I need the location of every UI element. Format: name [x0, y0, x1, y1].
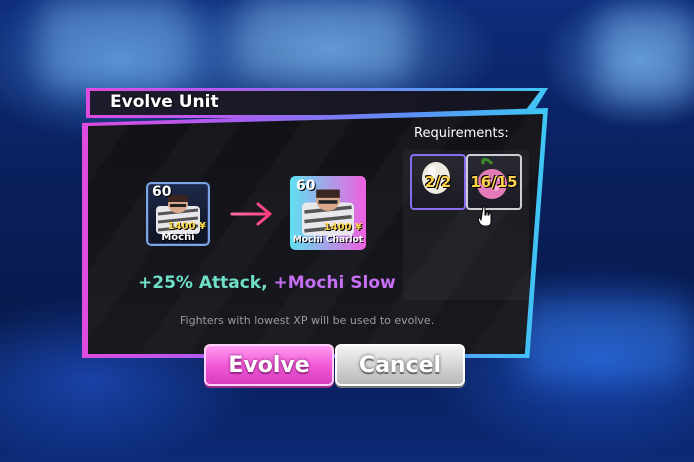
background-light: [240, 0, 410, 80]
hand-cursor-icon: [478, 206, 492, 226]
unit-cost: 1400 ¥: [323, 222, 362, 233]
unit-name: Mochi Charlot: [292, 235, 364, 245]
background-light: [520, 300, 690, 380]
requirement-item[interactable]: 16/15: [466, 154, 522, 210]
unit-level: 60: [296, 178, 316, 194]
arrow-right-icon: [230, 202, 272, 226]
source-unit-card[interactable]: 60 1400 ¥ Mochi: [146, 182, 210, 246]
dialog-title: Evolve Unit: [110, 92, 219, 112]
unit-name: Mochi: [161, 232, 195, 243]
evolve-note: Fighters with lowest XP will be used to …: [180, 314, 435, 327]
requirement-count: 2/2: [424, 173, 452, 191]
buff-slow: +Mochi Slow: [273, 273, 396, 293]
unit-cost: 1400 ¥: [167, 221, 206, 232]
requirements-label: Requirements:: [414, 126, 509, 141]
evolution-buffs: +25% Attack, +Mochi Slow: [138, 273, 396, 293]
target-unit-card[interactable]: 60 1400 ¥ Mochi Charlot: [290, 176, 366, 250]
requirement-count: 16/15: [470, 173, 518, 191]
buff-attack: +25% Attack,: [138, 273, 268, 293]
background-light: [600, 10, 694, 100]
evolve-button[interactable]: Evolve: [204, 344, 334, 386]
requirement-item[interactable]: 2/2: [410, 154, 466, 210]
unit-level: 60: [152, 184, 172, 200]
cancel-button[interactable]: Cancel: [335, 344, 465, 386]
background-light: [40, 0, 190, 90]
